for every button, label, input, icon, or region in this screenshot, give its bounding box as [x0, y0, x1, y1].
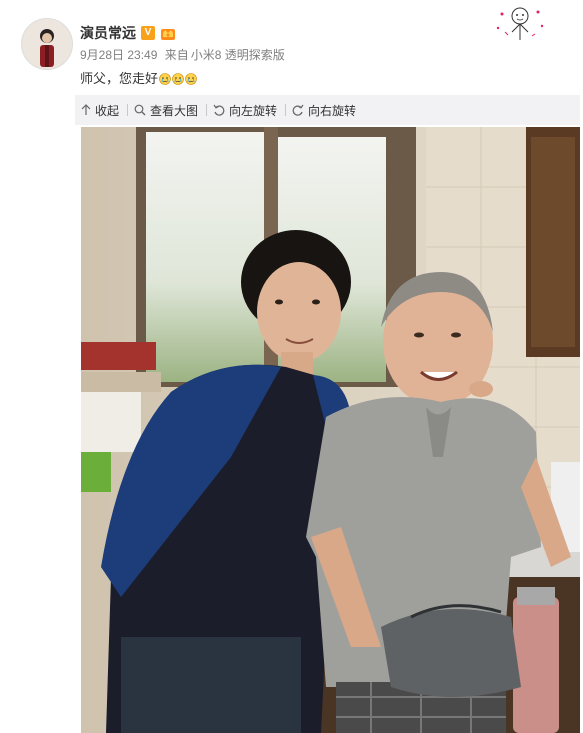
author-avatar[interactable]	[21, 18, 73, 70]
toolbar-divider	[127, 104, 129, 116]
rotate-right-label: 向右旋转	[308, 103, 357, 118]
rotate-left-button[interactable]: 向左旋转	[213, 95, 277, 125]
photo-illustration	[81, 127, 580, 733]
post-timestamp[interactable]: 9月28日 23:49	[80, 48, 157, 62]
crying-emoji-icon	[172, 73, 184, 85]
verified-icon: V	[141, 26, 155, 40]
source-prefix: 来自	[164, 48, 189, 62]
post-text: 师父，您走好	[80, 68, 197, 87]
collapse-button[interactable]: 收起	[81, 95, 119, 125]
rotate-right-icon	[292, 104, 304, 116]
post-text-content: 师父，您走好	[80, 71, 159, 86]
toolbar-divider	[206, 104, 208, 116]
decorative-sticker-icon	[490, 2, 550, 42]
author-name[interactable]: 演员常远	[80, 23, 136, 43]
author-row: 演员常远 V	[80, 23, 176, 43]
arrow-up-icon	[81, 104, 91, 115]
vip-crown-icon	[160, 25, 176, 41]
toolbar-divider	[285, 104, 287, 116]
post-meta: 9月28日 23:49 来自 小米8 透明探索版	[80, 46, 289, 63]
post-photo[interactable]	[81, 127, 580, 733]
crying-emoji-icon	[185, 73, 197, 85]
rotate-right-button[interactable]: 向右旋转	[292, 95, 356, 125]
magnifier-icon	[134, 104, 146, 116]
rotate-left-icon	[213, 104, 225, 116]
post-header: 演员常远 V 9月28日 23:49 来自 小米8 透明探索版 师父，您走好	[0, 0, 583, 92]
view-large-label: 查看大图	[150, 103, 199, 118]
crying-emoji-icon	[159, 73, 171, 85]
image-toolbar: 收起 查看大图 向左旋转 向右旋转	[75, 95, 580, 125]
rotate-left-label: 向左旋转	[229, 103, 278, 118]
collapse-label: 收起	[95, 103, 120, 118]
view-large-button[interactable]: 查看大图	[134, 95, 198, 125]
post-source[interactable]: 小米8 透明探索版	[191, 48, 285, 62]
